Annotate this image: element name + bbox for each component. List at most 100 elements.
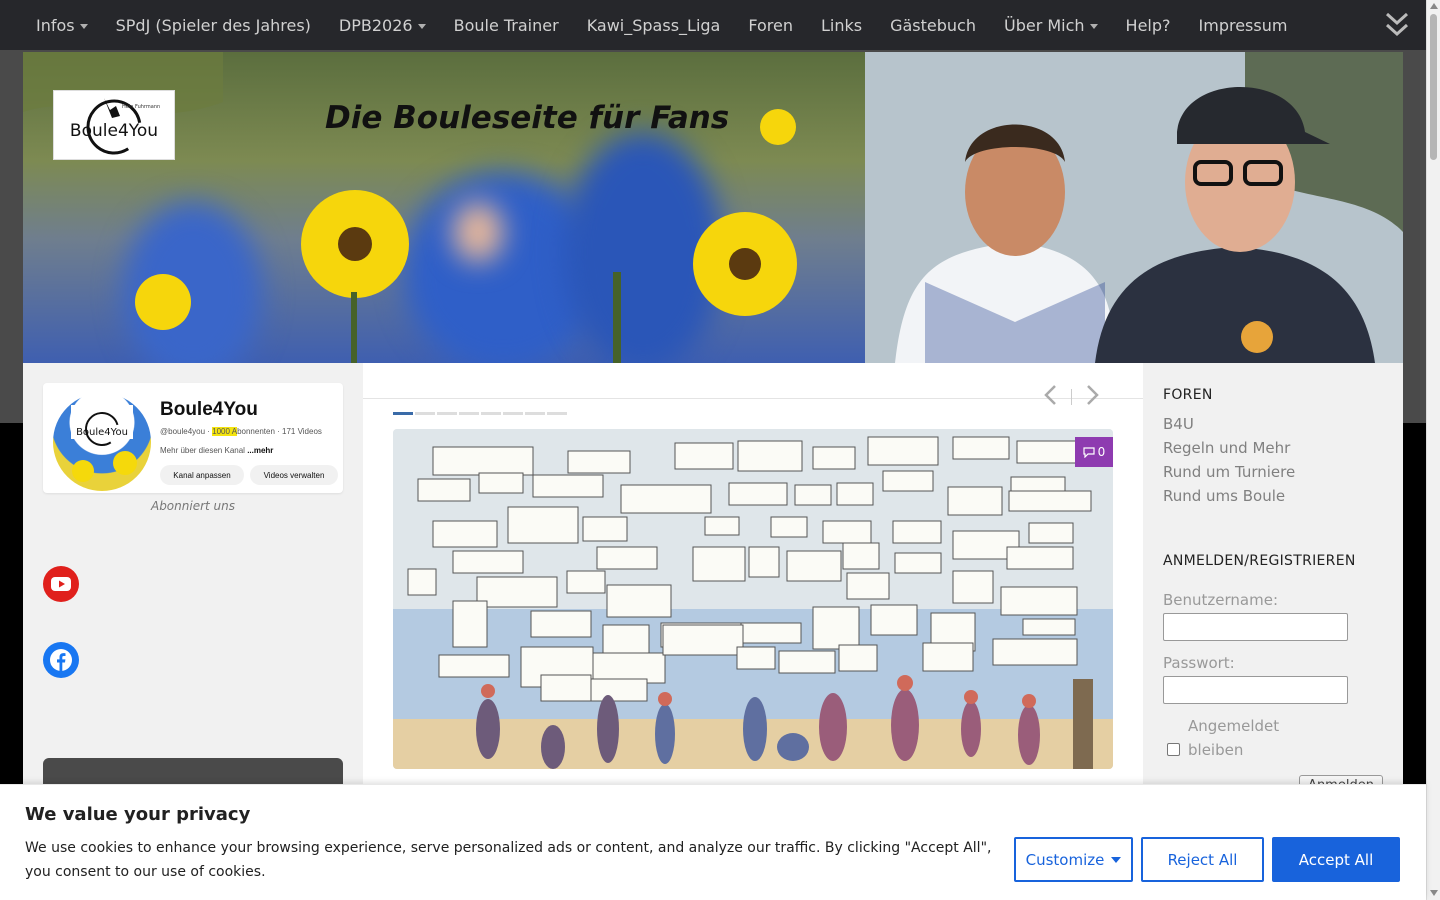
divider: [1071, 389, 1072, 405]
slider-dot[interactable]: [393, 412, 413, 415]
nav-item-dpb2026[interactable]: DPB2026: [325, 16, 440, 35]
chevron-left-icon: [1044, 385, 1056, 405]
password-label: Passwort:: [1163, 654, 1235, 672]
slider-dot[interactable]: [459, 412, 479, 415]
accept-all-button[interactable]: Accept All: [1272, 837, 1400, 882]
nav-item-gaestebuch[interactable]: Gästebuch: [876, 16, 990, 35]
chevron-down-icon: [1089, 23, 1098, 29]
cookie-consent-banner: We value your privacy We use cookies to …: [0, 784, 1426, 900]
chevron-down-icon: [417, 23, 426, 29]
chevron-right-icon: [1087, 385, 1099, 405]
password-field[interactable]: [1163, 676, 1348, 704]
scrollbar-thumb[interactable]: [1430, 14, 1437, 160]
slider-dot[interactable]: [503, 412, 523, 415]
header-banner: Hein Fuhrmann Boule4You Die Bouleseite f…: [23, 52, 1403, 363]
nav-label: SPdJ (Spieler des Jahres): [115, 15, 311, 35]
scroll-up-arrow-icon[interactable]: [1430, 3, 1438, 9]
page-scrollbar[interactable]: [1426, 0, 1440, 900]
comment-count: 0: [1097, 445, 1106, 459]
nav-label: Infos: [36, 15, 75, 35]
subscriber-label: bonnenten: [237, 427, 275, 436]
slider-dot[interactable]: [481, 412, 501, 415]
subscriber-count: 1000 A: [212, 427, 238, 436]
customize-channel-button[interactable]: Kanal anpassen: [160, 465, 244, 485]
comment-count-badge[interactable]: 0: [1075, 437, 1113, 467]
nav-item-spdj[interactable]: SPdJ (Spieler des Jahres): [102, 16, 325, 35]
expand-menu-icon[interactable]: [1384, 11, 1410, 39]
description-text: Mehr über diesen Kanal: [160, 446, 245, 455]
players-illustration: [865, 52, 1403, 363]
nav-item-kawi-spass-liga[interactable]: Kawi_Spass_Liga: [573, 16, 735, 35]
site-tagline: Die Bouleseite für Fans: [325, 100, 730, 136]
main-navigation: Infos SPdJ (Spieler des Jahres) DPB2026 …: [0, 0, 1426, 50]
cookie-description: We use cookies to enhance your browsing …: [25, 840, 992, 880]
reject-all-button[interactable]: Reject All: [1141, 837, 1264, 882]
nav-label: Kawi_Spass_Liga: [586, 15, 721, 35]
subscribe-caption: Abonniert uns: [150, 499, 235, 513]
nav-item-impressum[interactable]: Impressum: [1185, 16, 1302, 35]
nav-label: Boule Trainer: [453, 15, 559, 35]
featured-post-image[interactable]: 0: [393, 429, 1113, 769]
cookie-title: We value your privacy: [25, 804, 251, 825]
nav-label: Help?: [1125, 15, 1171, 35]
customize-cookies-button[interactable]: Customize: [1014, 837, 1133, 882]
slider-dot[interactable]: [525, 412, 545, 415]
youtube-link[interactable]: [43, 566, 79, 602]
comment-bubble-icon: [1083, 446, 1095, 458]
slider-next-button[interactable]: [1086, 384, 1100, 410]
nav-item-ueber-mich[interactable]: Über Mich: [990, 16, 1112, 35]
boule-cartoon-illustration: [393, 429, 1113, 769]
more-link[interactable]: ...mehr: [247, 446, 273, 455]
divider: [363, 398, 1143, 399]
slider-controls: [1043, 384, 1100, 410]
channel-meta: @boule4you · 1000 Abonnenten · 171 Video…: [160, 427, 322, 436]
remember-me-checkbox[interactable]: [1167, 743, 1180, 756]
youtube-icon: [51, 577, 71, 591]
forum-link-b4u[interactable]: B4U: [1163, 415, 1194, 433]
slider-pagination: [393, 412, 567, 415]
username-label: Benutzername:: [1163, 591, 1279, 609]
login-heading: ANMELDEN/REGISTRIEREN: [1163, 553, 1356, 569]
channel-handle: @boule4you: [160, 427, 206, 436]
nav-label: Impressum: [1198, 15, 1288, 35]
channel-description: Mehr über diesen Kanal ...mehr: [160, 446, 273, 455]
logo-subtitle: Hein Fuhrmann: [122, 104, 160, 110]
remember-me-label: Angemeldet: [1188, 717, 1280, 735]
nav-label: DPB2026: [338, 15, 413, 35]
forum-link-regeln[interactable]: Regeln und Mehr: [1163, 439, 1290, 457]
customize-label: Customize: [1025, 850, 1105, 869]
logo-text: Boule4You: [70, 121, 158, 141]
manage-videos-button[interactable]: Videos verwalten: [250, 465, 338, 485]
slider-prev-button[interactable]: [1043, 384, 1057, 410]
slider-dot[interactable]: [415, 412, 435, 415]
forum-link-turniere[interactable]: Rund um Turniere: [1163, 463, 1295, 481]
nav-item-help[interactable]: Help?: [1112, 16, 1185, 35]
nav-label: Links: [820, 15, 863, 35]
nav-item-links[interactable]: Links: [807, 16, 876, 35]
facebook-link[interactable]: [43, 642, 79, 678]
site-logo[interactable]: Hein Fuhrmann Boule4You: [53, 90, 175, 160]
nav-item-foren[interactable]: Foren: [734, 16, 807, 35]
nav-label: Foren: [748, 15, 793, 35]
nav-label: Gästebuch: [890, 15, 976, 35]
facebook-icon: [50, 649, 72, 671]
scroll-down-arrow-icon[interactable]: [1430, 890, 1438, 896]
chevron-down-icon: [79, 23, 88, 29]
boule4you-logo-icon: Hein Fuhrmann Boule4You: [70, 98, 160, 155]
slider-dot[interactable]: [437, 412, 457, 415]
avatar-logo-icon: Boule4You: [71, 405, 137, 482]
channel-name: Boule4You: [160, 399, 258, 420]
forum-link-boule[interactable]: Rund ums Boule: [1163, 487, 1285, 505]
remember-me-label-2: bleiben: [1188, 741, 1244, 759]
banner-photo-players: [865, 52, 1403, 363]
video-count: 171 Videos: [282, 427, 322, 436]
username-field[interactable]: [1163, 613, 1348, 641]
nav-item-boule-trainer[interactable]: Boule Trainer: [440, 16, 573, 35]
channel-avatar: Boule4You: [53, 393, 151, 491]
nav-label: Über Mich: [1003, 15, 1085, 35]
foren-heading: FOREN: [1163, 387, 1213, 403]
slider-dot[interactable]: [547, 412, 567, 415]
nav-item-infos[interactable]: Infos: [22, 16, 102, 35]
youtube-channel-card[interactable]: Boule4You Boule4You @boule4you · 1000 Ab…: [43, 383, 343, 493]
avatar-logo-text: Boule4You: [76, 427, 128, 438]
